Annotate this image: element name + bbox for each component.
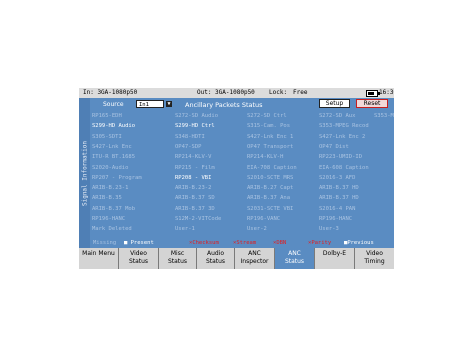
clock: 16:30 [379, 89, 394, 96]
tab-main-menu[interactable]: Main Menu [79, 248, 119, 269]
page-title: Ancillary Packets Status [185, 101, 263, 109]
packet-cell: S299-HD Audio [92, 123, 136, 130]
tab-video-status[interactable]: Video Status [119, 248, 159, 269]
packet-cell: S305-SDTI [92, 133, 122, 140]
packet-cell: User-3 [319, 226, 339, 233]
header-row: Source In1 ▼ Ancillary Packets Status Se… [90, 98, 394, 111]
packet-cell: ARIB-B.37 HD [319, 195, 359, 202]
monitor-screen: In: 3GA-1080p50 Out: 3GA-1080p50 Lock: F… [79, 88, 394, 269]
packet-cell: ARIB-B.35 [92, 195, 122, 202]
lock-value: Free [293, 89, 308, 96]
lock-label: Lock: [269, 89, 288, 96]
packet-cell: RP214-KLV-H [247, 154, 284, 161]
legend-previous: ■Previous [344, 240, 374, 246]
packet-cell: User-2 [247, 226, 267, 233]
packet-cell: OP47-SDP [175, 143, 202, 150]
packet-cell: S2016-3 AFD [319, 174, 356, 181]
reset-button[interactable]: Reset [356, 99, 388, 108]
setup-button[interactable]: Setup [319, 99, 350, 108]
tab-dolby-e[interactable]: Dolby-E [315, 248, 355, 269]
sidebar-label: Signal Information [81, 140, 89, 207]
packet-cell: ARIB-B.37 3D [175, 205, 215, 212]
packet-cell: S12M-2-VITCode [175, 216, 222, 222]
legend-dbn: ×DBN [273, 240, 287, 246]
packet-cell: RP223-UMID-ID [319, 154, 363, 161]
packet-cell: RP214-KLV-V [175, 154, 212, 161]
packet-cell: ARIB-B.23-2 [175, 185, 212, 192]
packet-cell: S315-Cam. Pos [247, 123, 291, 130]
packet-cell: OP47 Dist [319, 143, 349, 150]
legend-stream: ×Stream [233, 240, 257, 246]
legend-checksum: ×Checksum [189, 240, 219, 246]
packet-cell: S427-Lnk Enc [92, 143, 132, 150]
packet-cell: ARIB-B.37 HD [319, 185, 359, 192]
packet-cell: OP47 Transport [247, 143, 294, 150]
packet-cell: S2020-Audio [92, 164, 129, 171]
legend-missing: Missing [93, 240, 117, 246]
tab-bar: Main Menu Video Status Misc Status Audio St… [79, 248, 394, 269]
packet-cell: S272-SD Aux [319, 113, 356, 119]
source-select[interactable]: In1 [136, 100, 164, 108]
packet-cell: RP208 - VBI [175, 174, 212, 181]
tab-anc-status[interactable]: ANC Status [275, 248, 315, 269]
packet-cell: ARIB-B.37 Mob [92, 205, 136, 212]
status-bar: In: 3GA-1080p50 Out: 3GA-1080p50 Lock: F… [79, 88, 394, 98]
packet-cell: EIA-708 Caption [247, 164, 297, 171]
packet-cell: S299-HD Ctrl [175, 123, 215, 130]
chevron-down-icon[interactable]: ▼ [166, 101, 172, 107]
packet-cell: Mark Deleted [92, 226, 132, 233]
input-format: In: 3GA-1080p50 [83, 89, 138, 96]
packet-cell: S427-Lnk Enc 2 [319, 133, 366, 140]
packet-cell: S353-MPEG Recod [374, 113, 394, 119]
battery-icon [366, 90, 380, 97]
packet-grid: RP165-EDH S272-SD Audio S272-SD Ctrl S272-S… [92, 112, 394, 237]
legend: Missing ■ Present ×Checksum ×Stream ×DBN… [90, 239, 394, 248]
packet-cell: User-1 [175, 226, 195, 233]
packet-cell: ARIB-B.37 Ana [247, 195, 291, 202]
packet-cell: RP196-HANC [319, 216, 353, 222]
packet-cell: S353-MPEG Recod [319, 123, 369, 130]
source-label: Source [103, 101, 124, 108]
tab-audio-status[interactable]: Audio Status [197, 248, 235, 269]
legend-parity: ×Parity [308, 240, 332, 246]
packet-cell: ARIB-B.27 Capt [247, 185, 294, 192]
packet-cell: RP207 - Program [92, 174, 142, 181]
legend-present: ■ Present [124, 240, 154, 246]
packet-cell: EIA-608 Caption [319, 164, 369, 171]
tab-anc-inspector[interactable]: ANC Inspector [235, 248, 275, 269]
packet-cell: S2031-SCTE VBI [247, 205, 294, 212]
packet-cell: ITU-R BT.1685 [92, 154, 136, 161]
packet-cell: S272-SD Audio [175, 113, 219, 119]
packet-cell: RP196-VANC [247, 216, 281, 222]
sidebar[interactable]: Signal Information [79, 98, 90, 248]
packet-cell: ARIB-B.23-1 [92, 185, 129, 192]
packet-cell: S272-SD Ctrl [247, 113, 287, 119]
packet-cell: RP215 - Film [175, 164, 215, 171]
packet-cell: S2010-SCTE MRS [247, 174, 294, 181]
packet-cell: S427-Lnk Enc 1 [247, 133, 294, 140]
packet-cell: ARIB-B.37 SD [175, 195, 215, 202]
packet-cell: RP196-HANC [92, 216, 126, 222]
tab-video-timing[interactable]: Video Timing [355, 248, 394, 269]
output-format: Out: 3GA-1080p50 [197, 89, 255, 96]
tab-misc-status[interactable]: Misc Status [159, 248, 197, 269]
packet-cell: S2016-4 PAN [319, 205, 356, 212]
packet-cell: RP165-EDH [92, 113, 122, 119]
packet-cell: S348-HDTI [175, 133, 205, 140]
